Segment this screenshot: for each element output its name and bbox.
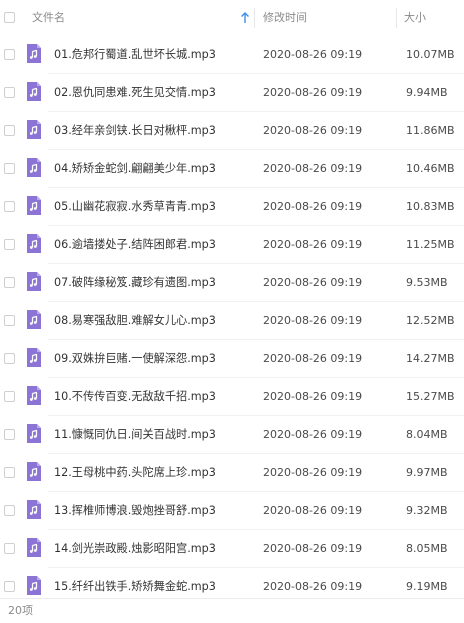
file-modified-time: 2020-08-26 09:19 xyxy=(263,390,363,403)
file-size: 8.05MB xyxy=(406,542,448,555)
file-modified-time: 2020-08-26 09:19 xyxy=(263,314,363,327)
file-row[interactable]: 02.恩仇同患难.死生见交情.mp3 2020-08-26 09:19 9.94MB xyxy=(0,74,464,112)
column-divider[interactable] xyxy=(396,8,397,28)
file-name[interactable]: 14.剑光崇政殿.烛影昭阳宫.mp3 xyxy=(54,530,254,568)
file-modified-time: 2020-08-26 09:19 xyxy=(263,238,363,251)
audio-file-icon xyxy=(27,196,41,215)
file-name[interactable]: 04.矫矫金蛇剑.翩翩美少年.mp3 xyxy=(54,150,254,188)
file-size: 11.25MB xyxy=(406,238,455,251)
audio-file-icon xyxy=(27,424,41,443)
audio-file-icon xyxy=(27,538,41,557)
row-checkbox[interactable] xyxy=(4,543,15,554)
item-count: 20项 xyxy=(8,604,33,617)
file-name[interactable]: 13.挥椎师博浪.毁炮挫哥舒.mp3 xyxy=(54,492,254,530)
audio-file-icon xyxy=(27,462,41,481)
file-list-header: 文件名 修改时间 大小 xyxy=(0,0,464,36)
row-checkbox[interactable] xyxy=(4,277,15,288)
file-modified-time: 2020-08-26 09:19 xyxy=(263,276,363,289)
audio-file-icon xyxy=(27,576,41,595)
file-size: 12.52MB xyxy=(406,314,455,327)
file-row[interactable]: 11.慷慨同仇日.间关百战时.mp3 2020-08-26 09:19 8.04MB xyxy=(0,416,464,454)
column-header-name[interactable]: 文件名 xyxy=(32,0,65,36)
file-name[interactable]: 07.破阵缘秘笈.藏珍有遗图.mp3 xyxy=(54,264,254,302)
audio-file-icon xyxy=(27,82,41,101)
column-divider[interactable] xyxy=(254,8,255,28)
file-row[interactable]: 09.双姝拚巨赌.一使解深怨.mp3 2020-08-26 09:19 14.27M… xyxy=(0,340,464,378)
file-modified-time: 2020-08-26 09:19 xyxy=(263,124,363,137)
file-size: 9.32MB xyxy=(406,504,448,517)
row-checkbox[interactable] xyxy=(4,239,15,250)
file-row[interactable]: 01.危邦行蜀道.乱世坏长城.mp3 2020-08-26 09:19 10.07M… xyxy=(0,36,464,74)
file-row[interactable]: 06.逾墙搂处子.结阵困郎君.mp3 2020-08-26 09:19 11.25M… xyxy=(0,226,464,264)
file-row[interactable]: 14.剑光崇政殿.烛影昭阳宫.mp3 2020-08-26 09:19 8.05MB xyxy=(0,530,464,568)
file-modified-time: 2020-08-26 09:19 xyxy=(263,504,363,517)
file-name[interactable]: 03.经年亲剑铗.长日对楸枰.mp3 xyxy=(54,112,254,150)
file-size: 10.46MB xyxy=(406,162,455,175)
row-checkbox[interactable] xyxy=(4,125,15,136)
file-name[interactable]: 01.危邦行蜀道.乱世坏长城.mp3 xyxy=(54,36,254,74)
file-name[interactable]: 02.恩仇同患难.死生见交情.mp3 xyxy=(54,74,254,112)
file-row[interactable]: 08.易寒强敌胆.难解女儿心.mp3 2020-08-26 09:19 12.52M… xyxy=(0,302,464,340)
row-checkbox[interactable] xyxy=(4,201,15,212)
audio-file-icon xyxy=(27,120,41,139)
row-checkbox[interactable] xyxy=(4,391,15,402)
file-row[interactable]: 13.挥椎师博浪.毁炮挫哥舒.mp3 2020-08-26 09:19 9.32MB xyxy=(0,492,464,530)
audio-file-icon xyxy=(27,234,41,253)
row-checkbox[interactable] xyxy=(4,315,15,326)
file-name[interactable]: 06.逾墙搂处子.结阵困郎君.mp3 xyxy=(54,226,254,264)
row-checkbox[interactable] xyxy=(4,163,15,174)
file-size: 8.04MB xyxy=(406,428,448,441)
file-modified-time: 2020-08-26 09:19 xyxy=(263,86,363,99)
audio-file-icon xyxy=(27,500,41,519)
file-name[interactable]: 05.山幽花寂寂.水秀草青青.mp3 xyxy=(54,188,254,226)
file-name[interactable]: 09.双姝拚巨赌.一使解深怨.mp3 xyxy=(54,340,254,378)
file-size: 9.94MB xyxy=(406,86,448,99)
file-size: 15.27MB xyxy=(406,390,455,403)
audio-file-icon xyxy=(27,310,41,329)
audio-file-icon xyxy=(27,272,41,291)
file-row[interactable]: 04.矫矫金蛇剑.翩翩美少年.mp3 2020-08-26 09:19 10.46M… xyxy=(0,150,464,188)
row-checkbox[interactable] xyxy=(4,505,15,516)
file-size: 10.07MB xyxy=(406,48,455,61)
file-size: 14.27MB xyxy=(406,352,455,365)
status-bar: 20项 xyxy=(0,598,464,623)
audio-file-icon xyxy=(27,44,41,63)
file-modified-time: 2020-08-26 09:19 xyxy=(263,466,363,479)
select-all-checkbox[interactable] xyxy=(4,12,15,23)
file-row[interactable]: 10.不传传百变.无敌敌千招.mp3 2020-08-26 09:19 15.27M… xyxy=(0,378,464,416)
file-row[interactable]: 05.山幽花寂寂.水秀草青青.mp3 2020-08-26 09:19 10.83M… xyxy=(0,188,464,226)
file-row[interactable]: 12.王母桃中药.头陀席上珍.mp3 2020-08-26 09:19 9.97MB xyxy=(0,454,464,492)
row-checkbox[interactable] xyxy=(4,49,15,60)
row-checkbox[interactable] xyxy=(4,87,15,98)
audio-file-icon xyxy=(27,158,41,177)
file-name[interactable]: 12.王母桃中药.头陀席上珍.mp3 xyxy=(54,454,254,492)
file-modified-time: 2020-08-26 09:19 xyxy=(263,352,363,365)
file-size: 10.83MB xyxy=(406,200,455,213)
file-modified-time: 2020-08-26 09:19 xyxy=(263,542,363,555)
file-modified-time: 2020-08-26 09:19 xyxy=(263,200,363,213)
file-size: 9.97MB xyxy=(406,466,448,479)
file-name[interactable]: 10.不传传百变.无敌敌千招.mp3 xyxy=(54,378,254,416)
row-checkbox[interactable] xyxy=(4,429,15,440)
file-modified-time: 2020-08-26 09:19 xyxy=(263,162,363,175)
column-header-modified[interactable]: 修改时间 xyxy=(263,0,307,36)
audio-file-icon xyxy=(27,386,41,405)
file-modified-time: 2020-08-26 09:19 xyxy=(263,428,363,441)
row-checkbox[interactable] xyxy=(4,353,15,364)
file-size: 11.86MB xyxy=(406,124,455,137)
file-name[interactable]: 08.易寒强敌胆.难解女儿心.mp3 xyxy=(54,302,254,340)
file-row[interactable]: 03.经年亲剑铗.长日对楸枰.mp3 2020-08-26 09:19 11.86M… xyxy=(0,112,464,150)
sort-ascending-icon[interactable] xyxy=(240,12,250,24)
file-size: 9.53MB xyxy=(406,276,448,289)
file-row[interactable]: 07.破阵缘秘笈.藏珍有遗图.mp3 2020-08-26 09:19 9.53MB xyxy=(0,264,464,302)
row-checkbox[interactable] xyxy=(4,467,15,478)
file-name[interactable]: 11.慷慨同仇日.间关百战时.mp3 xyxy=(54,416,254,454)
column-header-size[interactable]: 大小 xyxy=(404,0,426,36)
file-modified-time: 2020-08-26 09:19 xyxy=(263,48,363,61)
audio-file-icon xyxy=(27,348,41,367)
row-checkbox[interactable] xyxy=(4,581,15,592)
